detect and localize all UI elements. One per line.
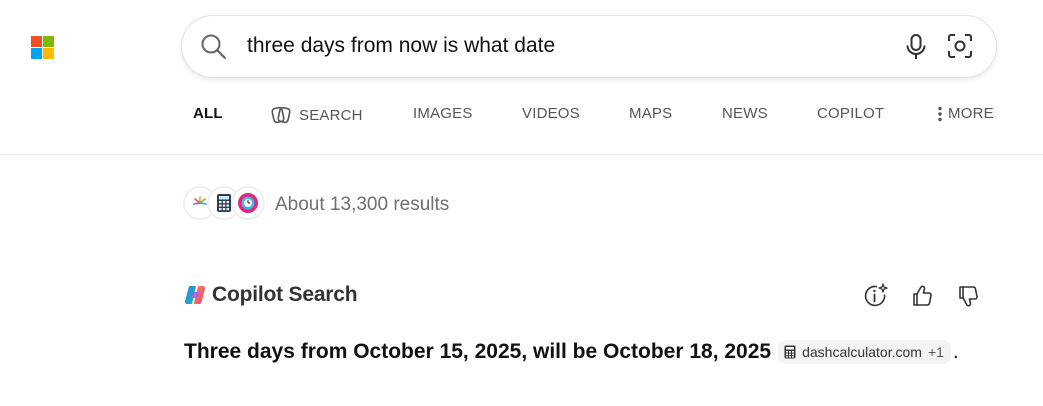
tab-label: MORE <box>948 105 994 122</box>
tab-copilot[interactable]: COPILOT <box>817 105 884 122</box>
copilot-title: Copilot Search <box>212 283 358 306</box>
tab-news[interactable]: NEWS <box>722 105 768 122</box>
thumbs-up-icon[interactable] <box>908 282 936 310</box>
microsoft-logo[interactable] <box>31 36 54 59</box>
tab-label: NEWS <box>722 105 768 122</box>
tab-more[interactable]: MORE <box>937 105 994 122</box>
answer-period: . <box>952 340 959 363</box>
tab-search[interactable]: SEARCH <box>271 105 363 125</box>
copilot-search-header: Copilot Search <box>184 282 358 308</box>
source-favicons[interactable] <box>185 186 265 220</box>
copilot-search-icon <box>271 106 291 124</box>
logo-square-red <box>31 36 42 47</box>
results-summary: About 13,300 results <box>185 186 449 220</box>
results-count: About 13,300 results <box>275 194 450 215</box>
thumbs-down-icon[interactable] <box>954 282 982 310</box>
tab-videos[interactable]: VIDEOS <box>522 105 580 122</box>
tab-maps[interactable]: MAPS <box>629 105 672 122</box>
tab-label: MAPS <box>629 105 673 122</box>
search-nav-tabs: ALL SEARCH IMAGES VIDEOS MAPS NEWS COPIL… <box>0 95 1043 133</box>
tab-images[interactable]: IMAGES <box>413 105 473 122</box>
tab-all[interactable]: ALL <box>193 105 223 122</box>
citation-chip[interactable]: dashcalculator.com +1 <box>778 340 951 364</box>
info-sparkle-icon[interactable] <box>862 282 890 310</box>
more-vertical-icon <box>938 106 942 121</box>
tab-label: IMAGES <box>413 105 473 122</box>
microphone-icon[interactable] <box>902 32 930 62</box>
answer-text: Three days from October 15, 2025, will b… <box>184 340 772 363</box>
copilot-answer: Three days from October 15, 2025, will b… <box>184 340 959 364</box>
tab-label: COPILOT <box>817 105 885 122</box>
copilot-logo-icon <box>184 285 206 305</box>
logo-square-green <box>43 36 54 47</box>
logo-square-blue <box>31 48 42 59</box>
search-box[interactable]: three days from now is what date <box>182 16 996 77</box>
visual-search-icon[interactable] <box>946 32 974 60</box>
header-divider <box>0 154 1043 155</box>
tab-label: ALL <box>193 105 223 122</box>
logo-square-yellow <box>43 48 54 59</box>
tab-label: VIDEOS <box>522 105 580 122</box>
search-input[interactable]: three days from now is what date <box>247 34 555 58</box>
citation-extra-count: +1 <box>927 344 944 360</box>
search-icon[interactable] <box>200 33 227 60</box>
calculator-icon <box>784 345 796 359</box>
citation-domain: dashcalculator.com <box>802 344 922 360</box>
tab-label: SEARCH <box>299 106 363 124</box>
clock-favicon <box>233 188 263 218</box>
